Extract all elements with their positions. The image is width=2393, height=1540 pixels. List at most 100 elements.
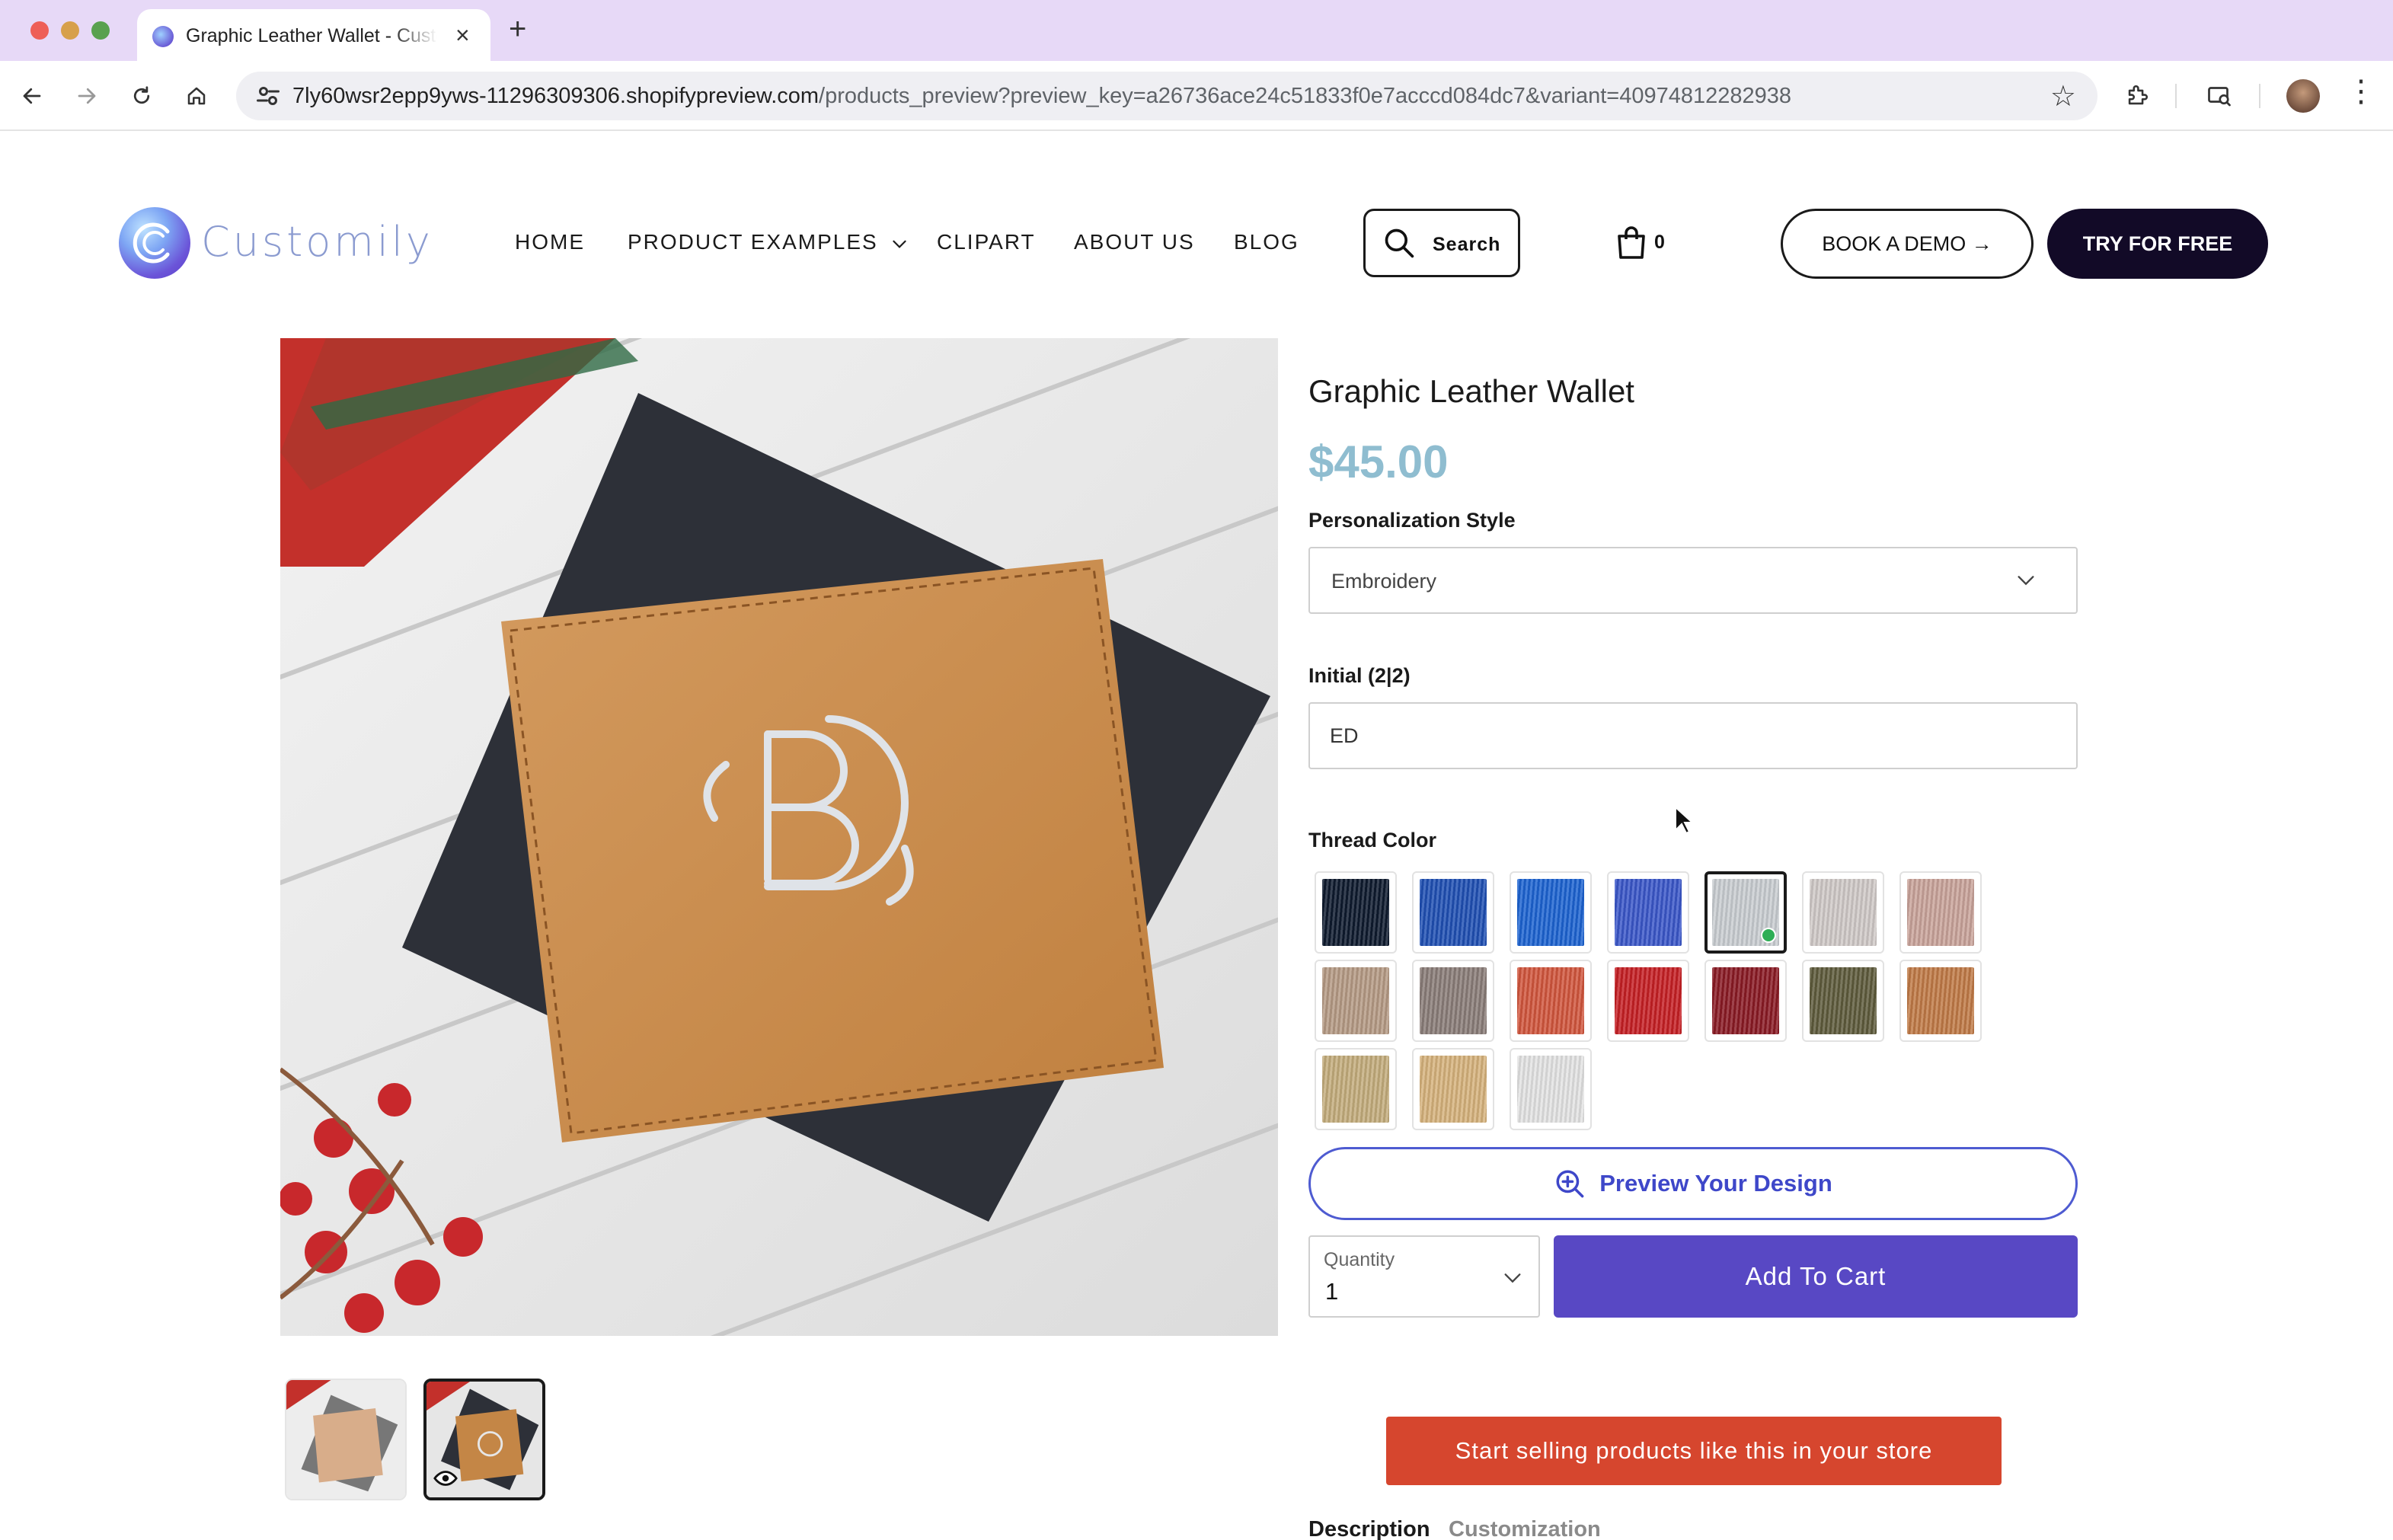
nav-home[interactable]: HOME [515, 230, 585, 254]
start-selling-banner-button[interactable]: Start selling products like this in your… [1386, 1417, 2002, 1485]
site-search-button[interactable]: Search [1363, 209, 1520, 277]
browser-tab[interactable]: Graphic Leather Wallet - Customily × [137, 9, 490, 61]
mouse-pointer-icon [1675, 806, 1694, 835]
nav-about-us[interactable]: ABOUT US [1074, 230, 1195, 254]
initial-input[interactable] [1308, 702, 2078, 769]
quantity-value: 1 [1325, 1278, 1339, 1305]
thread-color-swatch[interactable] [1899, 871, 1982, 954]
bookmark-star-icon[interactable]: ☆ [2050, 79, 2076, 113]
browser-menu-icon[interactable]: ⋮ [2346, 76, 2376, 107]
thread-color-fill [1517, 967, 1584, 1034]
customily-logo-icon[interactable] [119, 207, 190, 279]
thread-color-swatch[interactable] [1315, 1048, 1397, 1130]
thread-color-swatch[interactable] [1510, 1048, 1592, 1130]
thread-color-fill [1712, 967, 1779, 1034]
quantity-label: Quantity [1324, 1249, 1395, 1270]
maximize-window-button[interactable] [91, 21, 110, 40]
thread-color-label: Thread Color [1308, 829, 1437, 851]
tab-search-icon[interactable] [2201, 78, 2238, 114]
product-thumbnail[interactable] [285, 1379, 407, 1500]
thread-color-swatch[interactable] [1412, 960, 1494, 1042]
thread-color-swatch[interactable] [1607, 871, 1689, 954]
thread-color-fill [1615, 879, 1682, 946]
product-main-image[interactable] [280, 338, 1278, 1336]
thread-color-swatch[interactable] [1510, 871, 1592, 954]
toolbar-divider [2259, 84, 2260, 108]
search-icon [1385, 228, 1414, 258]
preview-design-button[interactable]: Preview Your Design [1308, 1147, 2078, 1220]
cart-icon[interactable] [1616, 225, 1647, 263]
close-window-button[interactable] [30, 21, 49, 40]
nav-blog[interactable]: BLOG [1234, 230, 1299, 254]
forward-icon[interactable] [70, 79, 104, 113]
eye-icon [433, 1471, 458, 1486]
back-icon[interactable] [15, 79, 49, 113]
url-host: 7ly60wsr2epp9yws-11296309306.shopifyprev… [292, 84, 819, 108]
thread-color-swatch[interactable] [1412, 1048, 1494, 1130]
chevron-down-icon [893, 240, 907, 248]
zoom-in-icon [1556, 1170, 1584, 1198]
initial-label: Initial (2|2) [1308, 664, 1411, 687]
browser-toolbar: 7ly60wsr2epp9yws-11296309306.shopifyprev… [0, 61, 2393, 131]
thread-color-fill [1615, 967, 1682, 1034]
thread-color-swatch[interactable] [1704, 871, 1787, 954]
minimize-window-button[interactable] [61, 21, 79, 40]
tab-title: Graphic Leather Wallet - Customily [186, 25, 437, 46]
thread-color-swatch[interactable] [1315, 871, 1397, 954]
selected-check-icon [1761, 928, 1776, 943]
thumbnail-image [286, 1380, 405, 1499]
url-text: 7ly60wsr2epp9yws-11296309306.shopifyprev… [292, 84, 1791, 109]
thread-color-fill [1907, 879, 1974, 946]
cart-count: 0 [1654, 232, 1665, 253]
product-thumbnail-selected[interactable] [423, 1379, 545, 1500]
quantity-select[interactable]: Quantity 1 [1308, 1235, 1540, 1318]
thread-color-swatch[interactable] [1510, 960, 1592, 1042]
preview-design-label: Preview Your Design [1599, 1170, 1832, 1197]
nav-product-examples-label: PRODUCT EXAMPLES [628, 230, 878, 254]
address-bar[interactable]: 7ly60wsr2epp9yws-11296309306.shopifyprev… [236, 72, 2097, 120]
thread-color-swatch[interactable] [1899, 960, 1982, 1042]
thread-color-fill [1420, 879, 1487, 946]
search-label: Search [1433, 234, 1501, 255]
nav-product-examples[interactable]: PRODUCT EXAMPLES [628, 230, 909, 254]
thread-color-swatch[interactable] [1315, 960, 1397, 1042]
toolbar-divider [2175, 84, 2177, 108]
tab-close-icon[interactable]: × [455, 21, 470, 49]
personalization-style-select[interactable]: Embroidery [1308, 547, 2078, 614]
thread-color-swatch[interactable] [1704, 960, 1787, 1042]
reload-icon[interactable] [125, 79, 158, 113]
thread-color-fill [1517, 1056, 1584, 1123]
nav-clipart[interactable]: CLIPART [937, 230, 1036, 254]
thread-color-swatch[interactable] [1607, 960, 1689, 1042]
product-title: Graphic Leather Wallet [1308, 373, 1634, 409]
thread-color-swatch[interactable] [1802, 871, 1884, 954]
book-demo-button[interactable]: BOOK A DEMO → [1781, 209, 2034, 279]
thread-color-fill [1420, 967, 1487, 1034]
thread-color-fill [1517, 879, 1584, 946]
site-settings-icon[interactable] [254, 82, 282, 110]
thread-color-fill [1810, 967, 1877, 1034]
personalization-style-value: Embroidery [1331, 570, 1437, 593]
chevron-down-icon [2018, 576, 2034, 586]
logo-text[interactable]: Customily [201, 218, 433, 266]
home-icon[interactable] [180, 79, 213, 113]
extensions-icon[interactable] [2119, 78, 2155, 114]
customily-favicon-icon [152, 26, 174, 47]
thread-color-fill [1322, 879, 1389, 946]
thread-color-swatch[interactable] [1802, 960, 1884, 1042]
tab-customization[interactable]: Customization [1449, 1517, 1601, 1540]
thread-color-fill [1322, 1056, 1389, 1123]
new-tab-button[interactable]: + [509, 12, 526, 46]
thread-color-swatch[interactable] [1412, 871, 1494, 954]
product-price: $45.00 [1308, 436, 1449, 487]
try-for-free-button[interactable]: TRY FOR FREE [2047, 209, 2268, 279]
wallet-photo [280, 338, 1278, 1336]
profile-avatar[interactable] [2286, 79, 2320, 113]
thread-color-fill [1810, 879, 1877, 946]
browser-tab-bar: Graphic Leather Wallet - Customily × + [0, 0, 2393, 61]
personalization-style-label: Personalization Style [1308, 509, 1516, 532]
add-to-cart-button[interactable]: Add To Cart [1554, 1235, 2078, 1318]
tab-description[interactable]: Description [1308, 1517, 1430, 1540]
url-path: /products_preview?preview_key=a26736ace2… [819, 84, 1792, 108]
thread-color-fill [1322, 967, 1389, 1034]
